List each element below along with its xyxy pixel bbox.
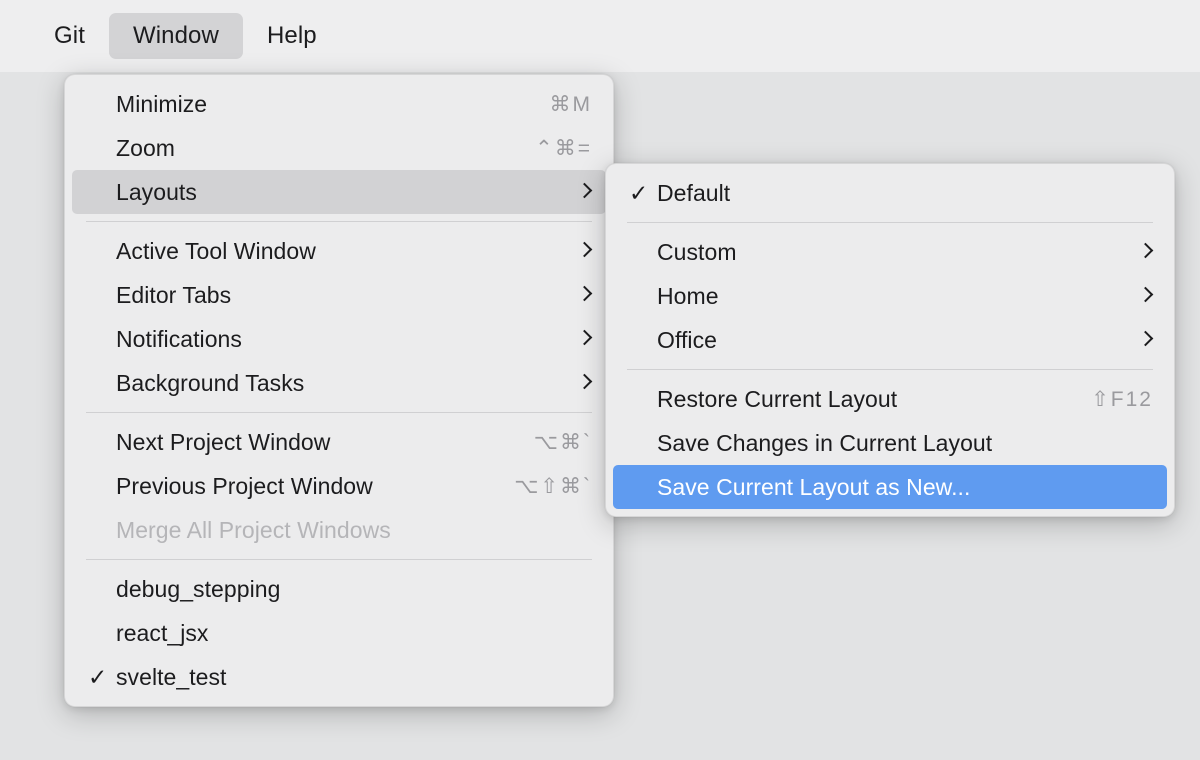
menu-item-layouts[interactable]: Layouts bbox=[72, 170, 606, 214]
menu-item-office[interactable]: Office bbox=[613, 318, 1167, 362]
menubar-item-label: Help bbox=[267, 22, 317, 49]
desktop-background: Git Window Help Minimize ⌘M Zoom ⌃⌘= Layouts… bbox=[0, 0, 1200, 760]
menu-item-label: Previous Project Window bbox=[116, 473, 490, 500]
menu-item-save-changes-in-current-layout[interactable]: Save Changes in Current Layout bbox=[613, 421, 1167, 465]
menu-separator bbox=[86, 412, 592, 413]
menu-item-previous-project-window[interactable]: Previous Project Window ⌥⇧⌘` bbox=[72, 464, 606, 508]
menu-item-custom[interactable]: Custom bbox=[613, 230, 1167, 274]
menu-item-zoom[interactable]: Zoom ⌃⌘= bbox=[72, 126, 606, 170]
menu-item-label: Custom bbox=[657, 239, 1115, 266]
layouts-submenu-dropdown: ✓Default Custom Home Office Restore Current … bbox=[605, 163, 1175, 517]
menu-separator bbox=[86, 221, 592, 222]
menu-item-label: Next Project Window bbox=[116, 429, 510, 456]
menubar-item-git[interactable]: Git bbox=[30, 13, 109, 59]
menubar-item-help[interactable]: Help bbox=[243, 13, 341, 59]
menu-item-label: Save Current Layout as New... bbox=[657, 474, 1153, 501]
menu-separator bbox=[86, 559, 592, 560]
menu-bar: Git Window Help bbox=[0, 0, 1200, 72]
chevron-right-icon bbox=[578, 372, 592, 394]
menu-item-label: svelte_test bbox=[116, 664, 592, 691]
menu-item-label: Save Changes in Current Layout bbox=[657, 430, 1153, 457]
menu-item-merge-all-project-windows: Merge All Project Windows bbox=[72, 508, 606, 552]
menu-item-label: Editor Tabs bbox=[116, 282, 554, 309]
menu-item-shortcut: ⇧F12 bbox=[1091, 387, 1153, 412]
chevron-right-icon bbox=[578, 240, 592, 262]
menu-item-svelte-test[interactable]: ✓svelte_test bbox=[72, 655, 606, 699]
menu-item-debug-stepping[interactable]: debug_stepping bbox=[72, 567, 606, 611]
chevron-right-icon bbox=[1139, 329, 1153, 351]
menu-item-save-current-layout-as-new[interactable]: Save Current Layout as New... bbox=[613, 465, 1167, 509]
menu-item-label: Notifications bbox=[116, 326, 554, 353]
menu-item-label: react_jsx bbox=[116, 620, 592, 647]
menu-separator bbox=[627, 222, 1153, 223]
menu-item-notifications[interactable]: Notifications bbox=[72, 317, 606, 361]
chevron-right-icon bbox=[578, 181, 592, 203]
menu-item-label: Zoom bbox=[116, 135, 511, 162]
menu-item-label: Office bbox=[657, 327, 1115, 354]
menu-item-shortcut: ⌥⌘` bbox=[534, 430, 592, 455]
menu-item-label: Minimize bbox=[116, 91, 526, 118]
menu-item-label: Restore Current Layout bbox=[657, 386, 1067, 413]
chevron-right-icon bbox=[1139, 241, 1153, 263]
menubar-item-label: Git bbox=[54, 22, 85, 49]
menu-item-restore-current-layout[interactable]: Restore Current Layout ⇧F12 bbox=[613, 377, 1167, 421]
menu-item-label: Merge All Project Windows bbox=[116, 517, 592, 544]
menu-item-label: Home bbox=[657, 283, 1115, 310]
menu-item-label: Layouts bbox=[116, 179, 554, 206]
menu-item-minimize[interactable]: Minimize ⌘M bbox=[72, 82, 606, 126]
menubar-item-label: Window bbox=[133, 22, 219, 49]
checkmark-icon: ✓ bbox=[627, 182, 657, 205]
checkmark-icon: ✓ bbox=[86, 666, 116, 689]
menu-item-editor-tabs[interactable]: Editor Tabs bbox=[72, 273, 606, 317]
menu-item-label: Default bbox=[657, 180, 1153, 207]
chevron-right-icon bbox=[578, 328, 592, 350]
menu-item-shortcut: ⌘M bbox=[550, 92, 593, 117]
menu-separator bbox=[627, 369, 1153, 370]
window-menu-dropdown: Minimize ⌘M Zoom ⌃⌘= Layouts Active Tool Wind… bbox=[64, 74, 614, 707]
menu-item-label: Active Tool Window bbox=[116, 238, 554, 265]
menu-item-active-tool-window[interactable]: Active Tool Window bbox=[72, 229, 606, 273]
menu-item-home[interactable]: Home bbox=[613, 274, 1167, 318]
menu-item-next-project-window[interactable]: Next Project Window ⌥⌘` bbox=[72, 420, 606, 464]
menu-item-react-jsx[interactable]: react_jsx bbox=[72, 611, 606, 655]
chevron-right-icon bbox=[578, 284, 592, 306]
menu-item-shortcut: ⌃⌘= bbox=[535, 136, 592, 161]
menubar-item-window[interactable]: Window bbox=[109, 13, 243, 59]
menu-item-label: debug_stepping bbox=[116, 576, 592, 603]
menu-item-background-tasks[interactable]: Background Tasks bbox=[72, 361, 606, 405]
chevron-right-icon bbox=[1139, 285, 1153, 307]
menu-item-shortcut: ⌥⇧⌘` bbox=[514, 474, 592, 499]
menu-item-label: Background Tasks bbox=[116, 370, 554, 397]
menu-item-default[interactable]: ✓Default bbox=[613, 171, 1167, 215]
